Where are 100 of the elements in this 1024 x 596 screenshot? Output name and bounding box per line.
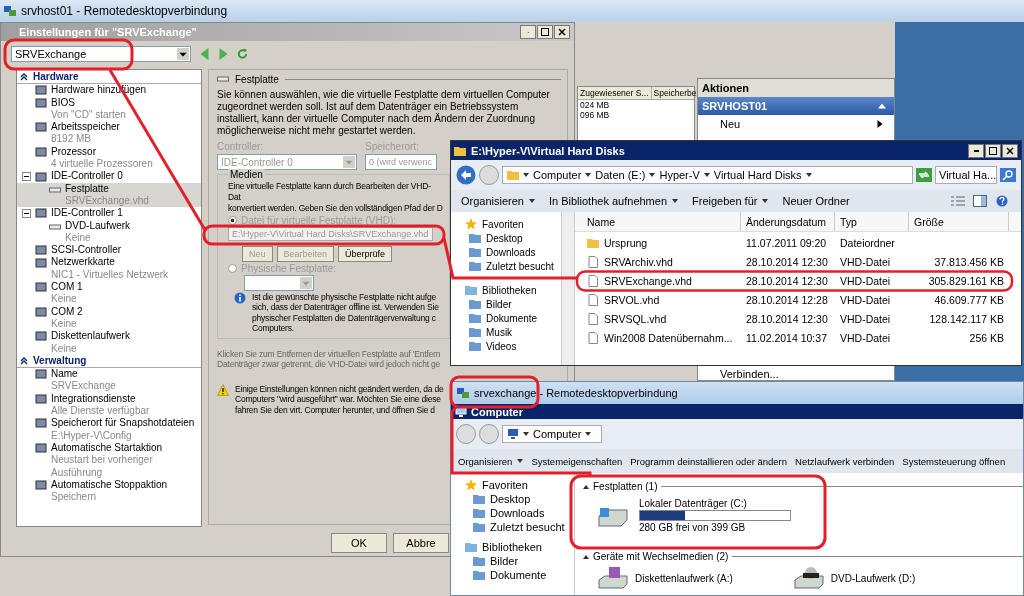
nav-item[interactable]: Dokumente <box>451 568 574 582</box>
nav-item[interactable]: Downloads <box>451 506 574 520</box>
drive-item[interactable]: Diskettenlaufwerk (A:) <box>597 566 733 590</box>
column-header[interactable]: Größe <box>909 212 1009 231</box>
folder-icon <box>473 555 485 567</box>
maximize-button[interactable] <box>537 25 553 39</box>
section-header[interactable]: Verwaltung <box>17 354 201 369</box>
action-item[interactable]: Verbinden... <box>698 365 894 380</box>
tree-item[interactable]: DVD-Laufwerk Keine <box>17 219 201 245</box>
tree-item[interactable]: Netzwerkkarte NIC1 - Virtuelles Netzwerk <box>17 256 201 282</box>
submenu-arrow-icon <box>876 120 884 128</box>
section-header[interactable]: Hardware <box>17 71 201 85</box>
nav-item[interactable]: Zuletzt besucht <box>451 520 574 534</box>
nav-item[interactable]: Favoriten <box>451 478 574 492</box>
toolbar-button[interactable]: Netzlaufwerk verbinden <box>792 453 898 469</box>
column-header[interactable]: Name <box>575 212 741 231</box>
group-header[interactable]: Geräte mit Wechselmedien (2) <box>593 551 729 562</box>
tree-item[interactable]: Festplatte SRVExchange.vhd <box>17 182 201 208</box>
file-name[interactable]: Win2008 Datenübernahm... <box>575 330 741 346</box>
tree-item[interactable]: Diskettenlaufwerk Keine <box>17 330 201 355</box>
toolbar-button[interactable]: Programm deinstallieren oder ändern <box>627 453 791 469</box>
tree-item[interactable]: IDE-Controller 1 <box>17 207 201 220</box>
tree-item[interactable]: Arbeitsspeicher 8192 MB <box>17 121 201 146</box>
toolbar-button[interactable]: Neuer Ordner <box>776 193 856 209</box>
folder-icon <box>587 237 599 249</box>
collapse-icon[interactable] <box>878 102 886 110</box>
collapse-icon[interactable] <box>583 483 589 490</box>
toolbar-button[interactable]: In Bibliothek aufnehmen <box>543 193 684 209</box>
nav-item[interactable]: Bilder <box>451 554 574 568</box>
refresh-icon[interactable] <box>916 168 932 182</box>
folder-icon <box>469 260 481 272</box>
toolbar-button[interactable]: Organisieren <box>455 193 541 209</box>
tree-item[interactable]: Prozessor 4 virtuelle Prozessoren <box>17 145 201 171</box>
remote-desktop-icon <box>457 387 469 399</box>
back-icon[interactable] <box>456 165 476 185</box>
column-header[interactable]: Änderungsdatum <box>741 212 835 231</box>
collapse-icon[interactable] <box>583 553 589 560</box>
help-icon[interactable] <box>995 195 1009 207</box>
preview-pane-icon[interactable] <box>973 195 987 207</box>
action-item[interactable]: Neu <box>698 115 894 133</box>
tree-item[interactable]: Speicherort für Snapshotdateien E:\Hyper-V\Config <box>17 417 201 442</box>
close-button[interactable] <box>554 25 570 39</box>
warning-icon <box>217 383 229 396</box>
device-icon <box>35 368 47 381</box>
search-icon[interactable] <box>1000 168 1016 182</box>
address-bar[interactable]: Computer <box>502 425 602 443</box>
star-icon <box>465 479 477 491</box>
table-cell-text: 305.829.161 KB <box>927 274 1005 289</box>
minimize-button[interactable] <box>968 143 984 158</box>
toolbar-button[interactable]: Freigeben für <box>686 193 775 209</box>
toolbar-button[interactable]: Organisieren <box>455 453 527 469</box>
field-label: Controller: <box>217 141 265 152</box>
tree-item[interactable]: Automatische Startaktion Neustart bei vorheriger Ausführung <box>17 441 201 479</box>
expand-toggle-icon[interactable] <box>22 208 31 218</box>
address-bar[interactable]: Computer Daten (E:) Hyper-V Virtual Hard Disks <box>502 166 913 184</box>
close-button[interactable] <box>1002 143 1018 158</box>
close-icon <box>558 28 566 36</box>
breadcrumb-item[interactable]: Hyper-V <box>659 169 700 181</box>
tree-item[interactable]: Name SRVExchange <box>17 368 201 393</box>
breadcrumb-item[interactable]: Computer <box>533 169 582 181</box>
chevron-icon <box>805 172 812 178</box>
expand-toggle-icon[interactable] <box>22 172 31 181</box>
section-header[interactable]: SRVHOST01 <box>698 97 894 115</box>
caret-icon <box>762 198 769 204</box>
column-header[interactable]: Typ <box>835 212 909 231</box>
table-cell-text: VHD-Datei <box>839 293 892 308</box>
scrollbar[interactable] <box>561 212 574 365</box>
breadcrumb-item[interactable]: Computer <box>533 428 582 440</box>
nav-item[interactable]: Desktop <box>451 492 574 506</box>
disk-select[interactable] <box>244 274 314 291</box>
toolbar-button[interactable]: Systemsteuerung öffnen <box>899 453 1009 469</box>
drive-item[interactable]: DVD-Laufwerk (D:) <box>792 566 916 590</box>
dialog-button[interactable]: OK <box>331 533 387 553</box>
table-cell-text: 46.609.777 KB <box>933 293 1005 308</box>
table-cell-text: 28.10.2014 12:30 <box>745 255 829 270</box>
section-toggle-icon[interactable] <box>20 73 28 82</box>
tree-item[interactable]: COM 2 Keine <box>17 305 201 331</box>
tree-item[interactable]: Integrationsdienste Alle Dienste verfügbar <box>17 392 201 418</box>
tree-item[interactable]: BIOS Von "CD" starten <box>17 96 201 122</box>
section-toggle-icon[interactable] <box>20 356 28 365</box>
dialog-button[interactable]: Abbre <box>393 533 449 553</box>
device-icon <box>35 330 47 343</box>
file-name[interactable]: SRVOL.vhd <box>575 292 741 308</box>
search-field[interactable]: Virtual Ha... <box>935 166 997 184</box>
file-name[interactable]: Ursprung <box>575 235 741 251</box>
group-header[interactable]: Festplatten (1) <box>593 481 658 492</box>
tree-item[interactable]: IDE-Controller 0 <box>17 170 201 183</box>
file-name[interactable]: SRVArchiv.vhd <box>575 254 741 270</box>
tree-item[interactable]: COM 1 Keine <box>17 281 201 306</box>
maximize-button[interactable] <box>985 143 1001 158</box>
vm-select[interactable]: SRVExchange <box>11 46 191 62</box>
file-name[interactable]: SRVExchange.vhd <box>575 273 741 289</box>
tree-item[interactable]: SCSI-Controller <box>17 244 201 257</box>
toolbar-button[interactable]: Systemeigenschaften <box>528 453 626 469</box>
drive-item[interactable]: Lokaler Datenträger (C:) 280 GB frei von 399 GB <box>583 492 817 539</box>
file-name[interactable]: SRVSQL.vhd <box>575 311 741 327</box>
tree-item[interactable]: Automatische Stoppaktion Speichern <box>17 478 201 504</box>
nav-item[interactable]: Bibliotheken <box>451 540 574 554</box>
breadcrumb-item[interactable]: Daten (E:) <box>595 169 646 181</box>
breadcrumb-item[interactable]: Virtual Hard Disks <box>713 169 802 181</box>
